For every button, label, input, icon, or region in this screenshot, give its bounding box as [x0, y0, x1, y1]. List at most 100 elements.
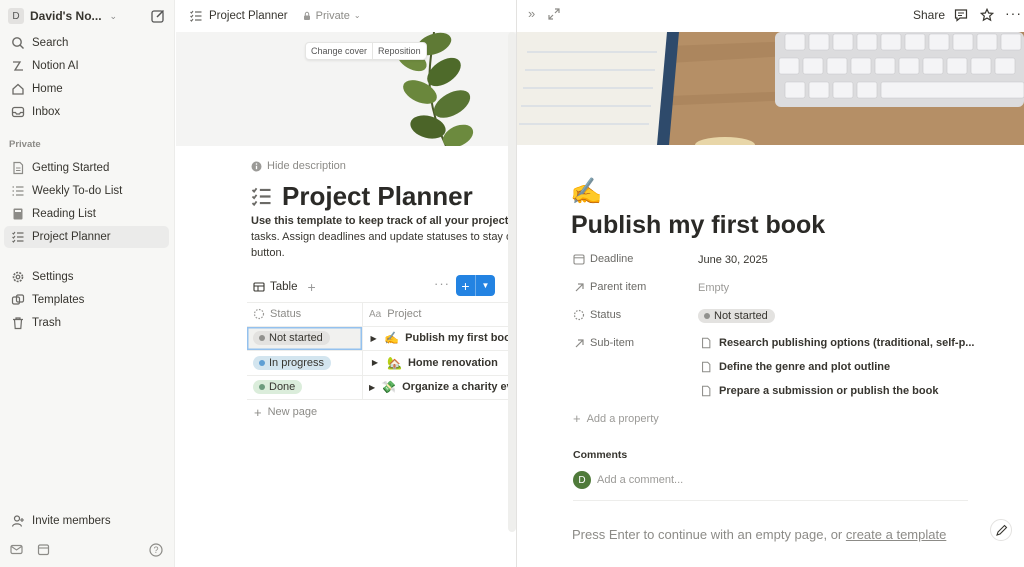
add-person-icon	[11, 515, 24, 527]
close-peek-icon[interactable]: »	[528, 6, 535, 21]
arrow-up-right-icon	[575, 283, 584, 292]
table-header: Status Aa Project	[247, 302, 516, 327]
more-options-icon[interactable]: ···	[434, 276, 450, 291]
project-cell[interactable]: ▶ 💸 Organize a charity event	[363, 376, 516, 400]
privacy-selector[interactable]: Private ⌄	[302, 10, 361, 22]
parent-item-value[interactable]: Empty	[698, 282, 729, 294]
top-bar: Project Planner Private ⌄	[176, 0, 516, 31]
create-template-link[interactable]: create a template	[846, 527, 946, 542]
expand-toggle-icon[interactable]: ▶	[369, 358, 381, 367]
project-cell[interactable]: ▶ 🏡 Home renovation	[363, 351, 516, 375]
desk-cover-art	[517, 32, 1024, 145]
sidebar-item-settings[interactable]: Settings	[4, 266, 169, 288]
workspace-switcher[interactable]: D David's No... ⌄	[8, 5, 117, 27]
row-emoji-icon: 🏡	[387, 355, 402, 370]
checklist-icon[interactable]	[250, 185, 273, 208]
property-label: Parent item	[590, 281, 647, 293]
property-parent-item[interactable]: Parent item	[573, 281, 646, 293]
reposition-button[interactable]: Reposition	[373, 43, 426, 59]
chevron-down-icon[interactable]: ▼	[476, 275, 495, 296]
project-table: Status Aa Project Not started ▶ ✍️ Publi…	[247, 302, 516, 424]
sub-item-label: Prepare a submission or publish the book	[719, 385, 939, 397]
mail-icon[interactable]	[10, 543, 23, 556]
sub-item-link[interactable]: Prepare a submission or publish the book	[700, 385, 938, 397]
sidebar-item-weekly-todo[interactable]: Weekly To-do List	[4, 180, 169, 202]
sidebar-item-label: Search	[32, 37, 69, 49]
lock-icon	[303, 11, 310, 20]
page-cover-image: Change cover Reposition	[176, 32, 516, 146]
plus-icon: +	[573, 411, 581, 426]
help-icon[interactable]: ?	[149, 543, 163, 557]
sidebar-item-notion-ai[interactable]: Notion AI	[4, 55, 169, 77]
sub-item-link[interactable]: Research publishing options (traditional…	[700, 337, 974, 349]
table-row[interactable]: Not started ▶ ✍️ Publish my first book	[247, 326, 516, 351]
peek-page-title[interactable]: Publish my first book	[571, 211, 825, 240]
share-button[interactable]: Share	[913, 8, 945, 22]
sidebar-item-trash[interactable]: Trash	[4, 312, 169, 334]
page-title[interactable]: Project Planner	[282, 181, 473, 212]
status-dot	[259, 335, 265, 342]
table-row[interactable]: Done ▶ 💸 Organize a charity event	[247, 375, 516, 400]
plus-icon[interactable]: +	[456, 275, 476, 296]
notion-ai-icon	[13, 61, 23, 71]
pen-glyph	[995, 524, 1007, 536]
svg-text:?: ?	[153, 545, 158, 555]
sidebar-item-templates[interactable]: Templates	[4, 289, 169, 311]
status-cell[interactable]: Done	[247, 375, 363, 399]
status-cell[interactable]: Not started	[247, 326, 363, 350]
scrollbar[interactable]	[508, 32, 516, 532]
property-deadline[interactable]: Deadline	[573, 253, 633, 265]
description-line-3: button.	[251, 247, 285, 259]
project-name: Organize a charity event	[402, 381, 516, 394]
change-cover-button[interactable]: Change cover	[306, 43, 374, 59]
status-tag: Not started	[253, 331, 330, 346]
new-page-button[interactable]: + New page	[247, 400, 516, 424]
comment-icon[interactable]	[954, 8, 968, 22]
table-row[interactable]: In progress ▶ 🏡 Home renovation	[247, 351, 516, 376]
section-private-label: Private	[9, 139, 41, 150]
sidebar: D David's No... ⌄ Search Notion AI Home …	[0, 0, 175, 567]
expand-toggle-icon[interactable]: ▶	[369, 334, 378, 343]
page-emoji-icon[interactable]: ✍️	[570, 176, 602, 207]
project-cell[interactable]: ▶ ✍️ Publish my first book	[363, 327, 516, 351]
calendar-icon[interactable]	[37, 543, 50, 556]
column-header-status[interactable]: Status	[247, 303, 363, 326]
sidebar-item-invite-members[interactable]: Invite members	[4, 510, 169, 532]
status-tag-label: Done	[269, 381, 296, 394]
deadline-value[interactable]: June 30, 2025	[698, 254, 768, 266]
status-cell[interactable]: In progress	[247, 351, 363, 375]
comment-input[interactable]: Add a comment...	[597, 474, 683, 486]
sidebar-item-project-planner[interactable]: Project Planner	[4, 226, 169, 248]
hide-description-button[interactable]: Hide description	[251, 160, 346, 172]
tab-table[interactable]: Table	[253, 281, 298, 293]
new-entry-button[interactable]: + ▼	[456, 275, 495, 296]
page-description[interactable]: Use this template to keep track of all y…	[251, 213, 516, 261]
workspace-avatar: D	[8, 8, 24, 24]
sub-item-link[interactable]: Define the genre and plot outline	[700, 361, 890, 373]
column-header-label: Project	[387, 308, 422, 321]
more-options-icon[interactable]: ···	[1005, 5, 1022, 21]
inbox-icon	[11, 106, 25, 118]
property-label: Sub-item	[590, 337, 635, 349]
sidebar-item-inbox[interactable]: Inbox	[4, 101, 169, 123]
sidebar-item-reading-list[interactable]: Reading List	[4, 203, 169, 225]
property-status[interactable]: Status	[573, 309, 621, 321]
compose-icon[interactable]	[150, 8, 166, 24]
sidebar-item-label: Home	[32, 83, 63, 95]
status-tag: In progress	[253, 355, 332, 370]
property-sub-item[interactable]: Sub-item	[573, 337, 634, 349]
breadcrumb[interactable]: Project Planner	[209, 10, 288, 22]
star-icon[interactable]	[980, 8, 994, 22]
pen-icon[interactable]	[990, 519, 1012, 541]
sidebar-item-home[interactable]: Home	[4, 78, 169, 100]
add-view-icon[interactable]: +	[308, 279, 316, 295]
sidebar-item-search[interactable]: Search	[4, 32, 169, 54]
add-property-button[interactable]: + Add a property	[573, 411, 659, 426]
expand-icon[interactable]	[548, 8, 560, 20]
sidebar-item-getting-started[interactable]: Getting Started	[4, 157, 169, 179]
expand-toggle-icon[interactable]: ▶	[369, 383, 375, 392]
avatar: D	[573, 471, 591, 489]
sidebar-item-label: Weekly To-do List	[32, 185, 123, 197]
column-header-project[interactable]: Aa Project	[363, 303, 516, 326]
status-value[interactable]: Not started	[698, 308, 775, 323]
